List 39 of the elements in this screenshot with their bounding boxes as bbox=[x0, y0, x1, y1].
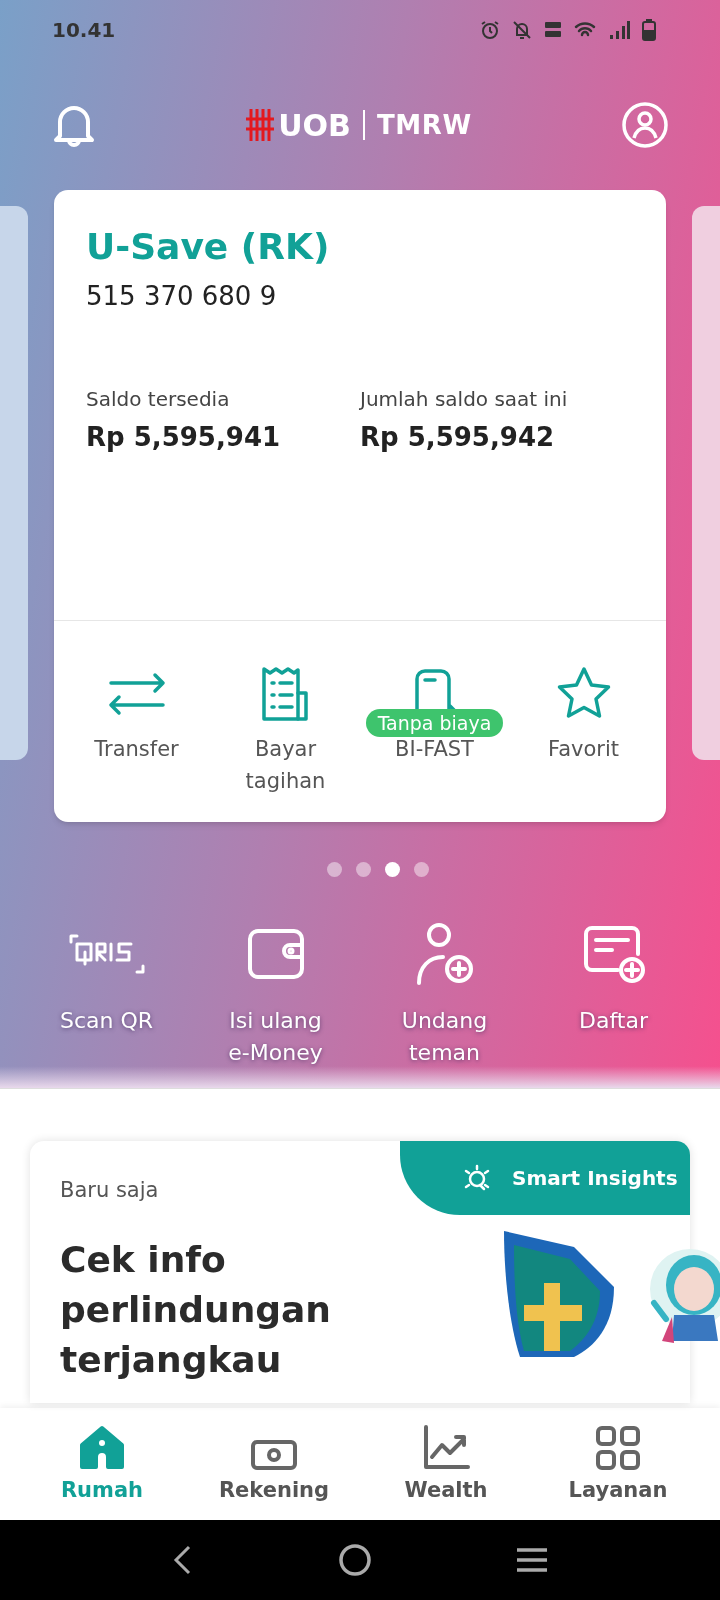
logo-text: UOB bbox=[278, 106, 351, 145]
insight-headline: Cek info perlindungan terjangkau bbox=[59, 1238, 332, 1382]
wifi-icon bbox=[574, 21, 596, 39]
menu-icon[interactable] bbox=[514, 1547, 549, 1573]
card-action[interactable]: Favorit bbox=[513, 659, 654, 797]
nav-tab[interactable]: Rekening bbox=[199, 1421, 349, 1507]
add-user-icon bbox=[414, 921, 475, 987]
wallet-icon bbox=[245, 927, 306, 981]
balance-label: Saldo tersedia bbox=[86, 386, 231, 413]
balance-label: Jumlah saldo saat ini bbox=[360, 386, 569, 413]
logo-mark-icon bbox=[246, 109, 275, 141]
profile-icon[interactable] bbox=[622, 102, 668, 148]
signal-icon bbox=[608, 20, 630, 40]
volte-icon bbox=[544, 20, 562, 40]
account-name: U-Save (RK) bbox=[86, 225, 331, 269]
insight-time: Baru saja bbox=[59, 1177, 159, 1204]
balance-amount: Rp 5,595,941 bbox=[86, 421, 282, 454]
home-circle-icon[interactable] bbox=[338, 1543, 372, 1577]
card-action[interactable]: Bayar tagihan bbox=[215, 659, 356, 797]
home-icon bbox=[78, 1425, 126, 1472]
battery-icon bbox=[642, 19, 656, 41]
grid-icon bbox=[595, 1425, 641, 1472]
balance-amount: Rp 5,595,942 bbox=[360, 421, 556, 454]
nav-tab[interactable]: Wealth bbox=[371, 1421, 521, 1507]
alarm-icon bbox=[480, 20, 500, 40]
qr-logo-icon bbox=[68, 934, 145, 974]
bulb-icon bbox=[462, 1163, 492, 1193]
muted-bell-icon bbox=[512, 20, 532, 40]
card-action[interactable]: Tanpa biaya BI-FAST bbox=[364, 659, 505, 797]
add-card-icon bbox=[581, 924, 646, 984]
insight-card[interactable]: Baru saja Smart Insights Cek info perlindungan terjangkau bbox=[30, 1141, 690, 1403]
account-number: 515 370 680 9 bbox=[86, 280, 278, 313]
banknote-icon bbox=[250, 1439, 298, 1472]
status-time: 10.41 bbox=[52, 17, 116, 44]
nav-tab[interactable]: Layanan bbox=[543, 1421, 693, 1507]
logo-text: TMRW bbox=[376, 108, 472, 142]
chart-line-icon bbox=[422, 1425, 470, 1472]
card-action[interactable]: Transfer bbox=[66, 659, 207, 797]
free-badge: Tanpa biaya bbox=[365, 709, 504, 737]
